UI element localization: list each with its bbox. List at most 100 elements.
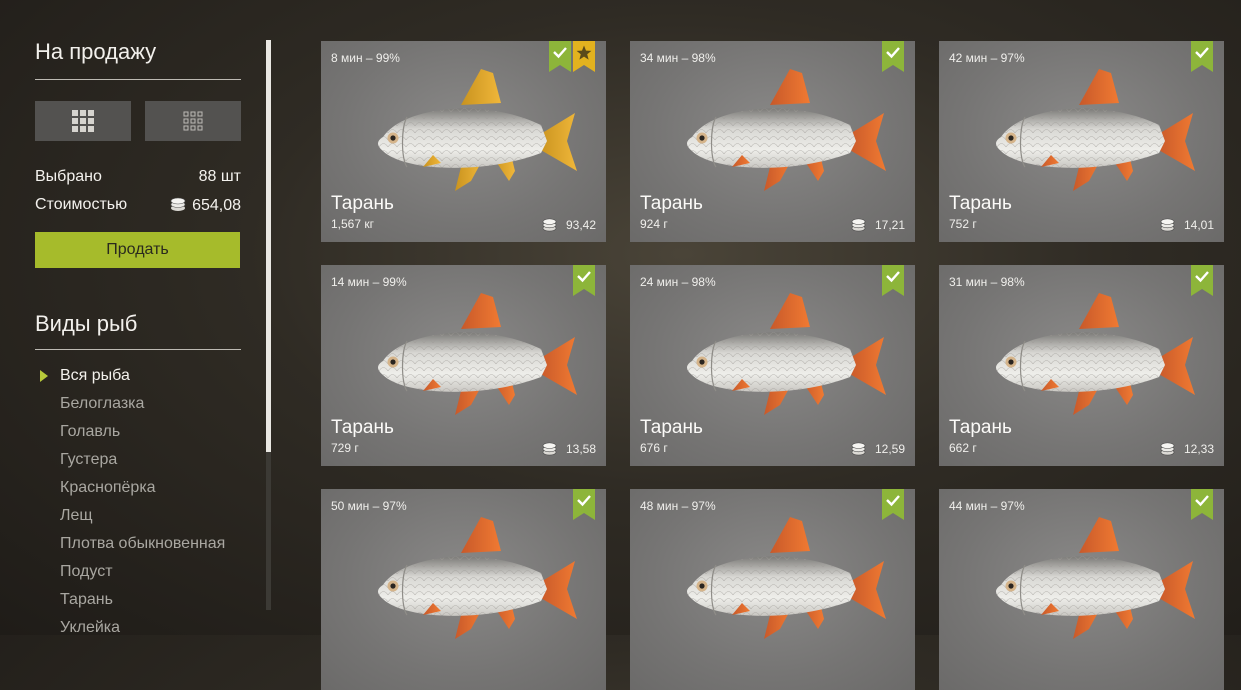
catch-info: 44 мин – 97% bbox=[949, 499, 1025, 513]
roach-fish-image bbox=[996, 517, 1195, 639]
fish-card[interactable]: 50 мин – 97% bbox=[321, 489, 606, 690]
fish-card[interactable]: 42 мин – 97% Тарань 752 г 14,01 bbox=[939, 41, 1224, 242]
species-label: Краснопёрка bbox=[60, 479, 156, 496]
fish-weight: 752 г bbox=[949, 217, 977, 231]
species-label: Голавль bbox=[60, 423, 121, 440]
check-badge-icon bbox=[882, 41, 904, 72]
sidebar-scrollbar[interactable] bbox=[266, 40, 271, 610]
roach-fish-image bbox=[687, 69, 886, 191]
roach-fish-image bbox=[378, 517, 577, 639]
coin-stack-icon bbox=[851, 442, 866, 456]
coin-stack-icon bbox=[1160, 442, 1175, 456]
price-value: 93,42 bbox=[565, 218, 596, 232]
price-value: 14,01 bbox=[1183, 218, 1214, 232]
price-value: 17,21 bbox=[874, 218, 905, 232]
species-item[interactable]: Белоглазка bbox=[35, 394, 241, 422]
fish-price: 14,01 bbox=[1160, 217, 1214, 232]
catch-info: 34 мин – 98% bbox=[640, 51, 716, 65]
roach-fish-image bbox=[378, 293, 577, 415]
species-item[interactable]: Густера bbox=[35, 450, 241, 478]
fish-price: 13,58 bbox=[542, 441, 596, 456]
check-badge-icon bbox=[573, 265, 595, 296]
selected-label: Выбрано bbox=[35, 168, 102, 185]
species-item[interactable]: Краснопёрка bbox=[35, 478, 241, 506]
species-label: Тарань bbox=[60, 591, 113, 608]
check-badge-icon bbox=[1191, 489, 1213, 520]
fish-weight: 729 г bbox=[331, 441, 359, 455]
species-label: Лещ bbox=[60, 507, 93, 524]
fish-card[interactable]: 31 мин – 98% Тарань 662 г 12,33 bbox=[939, 265, 1224, 466]
sale-title: На продажу bbox=[35, 39, 157, 64]
roach-fish-image bbox=[687, 517, 886, 639]
divider bbox=[35, 79, 241, 80]
check-badge-icon bbox=[1191, 41, 1213, 72]
fish-name: Тарань bbox=[331, 193, 394, 214]
roach-fish-image bbox=[996, 293, 1195, 415]
species-label: Плотва обыкновенная bbox=[60, 535, 226, 552]
catch-info: 48 мин – 97% bbox=[640, 499, 716, 513]
catch-info: 14 мин – 99% bbox=[331, 275, 407, 289]
species-label: Вся рыба bbox=[60, 367, 130, 384]
species-item[interactable]: Тарань bbox=[35, 590, 241, 618]
star-badge-icon bbox=[573, 41, 595, 72]
fish-card[interactable]: 44 мин – 97% bbox=[939, 489, 1224, 690]
fish-price: 12,33 bbox=[1160, 441, 1214, 456]
species-item[interactable]: Уклейка bbox=[35, 618, 241, 646]
grid-large-icon bbox=[72, 110, 94, 132]
species-label: Густера bbox=[60, 451, 118, 468]
cost-label: Стоимостью bbox=[35, 196, 128, 213]
scrollbar-thumb[interactable] bbox=[266, 40, 271, 452]
catch-info: 8 мин – 99% bbox=[331, 51, 400, 65]
fish-name: Тарань bbox=[331, 417, 394, 438]
roach-fish-image bbox=[378, 69, 577, 191]
check-badge-icon bbox=[882, 265, 904, 296]
fish-weight: 1,567 кг bbox=[331, 217, 374, 231]
divider bbox=[35, 349, 241, 350]
fish-name: Тарань bbox=[949, 193, 1012, 214]
fish-name: Тарань bbox=[949, 417, 1012, 438]
price-value: 12,33 bbox=[1183, 442, 1214, 456]
species-label: Уклейка bbox=[60, 619, 121, 636]
fish-weight: 924 г bbox=[640, 217, 668, 231]
large-grid-view-button[interactable] bbox=[35, 101, 131, 141]
fish-name: Тарань bbox=[640, 193, 703, 214]
sell-button[interactable]: Продать bbox=[35, 232, 240, 268]
species-item[interactable]: Вся рыба bbox=[35, 366, 241, 394]
fish-price: 17,21 bbox=[851, 217, 905, 232]
check-badge-icon bbox=[1191, 265, 1213, 296]
cost-value: 654,08 bbox=[192, 197, 241, 214]
price-value: 13,58 bbox=[565, 442, 596, 456]
fish-price: 12,59 bbox=[851, 441, 905, 456]
fish-name: Тарань bbox=[640, 417, 703, 438]
catch-info: 24 мин – 98% bbox=[640, 275, 716, 289]
catch-info: 31 мин – 98% bbox=[949, 275, 1025, 289]
coin-stack-icon bbox=[542, 442, 557, 456]
cost-value-wrap: 654,08 bbox=[170, 196, 241, 215]
fish-card[interactable]: 24 мин – 98% Тарань 676 г 12,59 bbox=[630, 265, 915, 466]
fish-card[interactable]: 34 мин – 98% Тарань 924 г 17,21 bbox=[630, 41, 915, 242]
selected-arrow-icon bbox=[40, 370, 48, 382]
roach-fish-image bbox=[996, 69, 1195, 191]
check-badge-icon bbox=[549, 41, 571, 72]
check-badge-icon bbox=[882, 489, 904, 520]
coin-stack-icon bbox=[851, 218, 866, 232]
coin-stack-icon bbox=[1160, 218, 1175, 232]
selected-value: 88 шт bbox=[198, 168, 241, 185]
catch-info: 42 мин – 97% bbox=[949, 51, 1025, 65]
species-item[interactable]: Плотва обыкновенная bbox=[35, 534, 241, 562]
species-label: Белоглазка bbox=[60, 395, 145, 412]
check-badge-icon bbox=[573, 489, 595, 520]
species-item[interactable]: Подуст bbox=[35, 562, 241, 590]
cost-row: Стоимостью 654,08 bbox=[35, 196, 241, 214]
fish-weight: 676 г bbox=[640, 441, 668, 455]
species-item[interactable]: Голавль bbox=[35, 422, 241, 450]
selected-row: Выбрано 88 шт bbox=[35, 168, 241, 186]
fish-card[interactable]: 8 мин – 99% Тарань 1,567 кг 93,42 bbox=[321, 41, 606, 242]
fish-card[interactable]: 48 мин – 97% bbox=[630, 489, 915, 690]
price-value: 12,59 bbox=[874, 442, 905, 456]
species-item[interactable]: Лещ bbox=[35, 506, 241, 534]
small-grid-view-button[interactable] bbox=[145, 101, 241, 141]
fish-card[interactable]: 14 мин – 99% Тарань 729 г 13,58 bbox=[321, 265, 606, 466]
catch-info: 50 мин – 97% bbox=[331, 499, 407, 513]
fish-price: 93,42 bbox=[542, 217, 596, 232]
